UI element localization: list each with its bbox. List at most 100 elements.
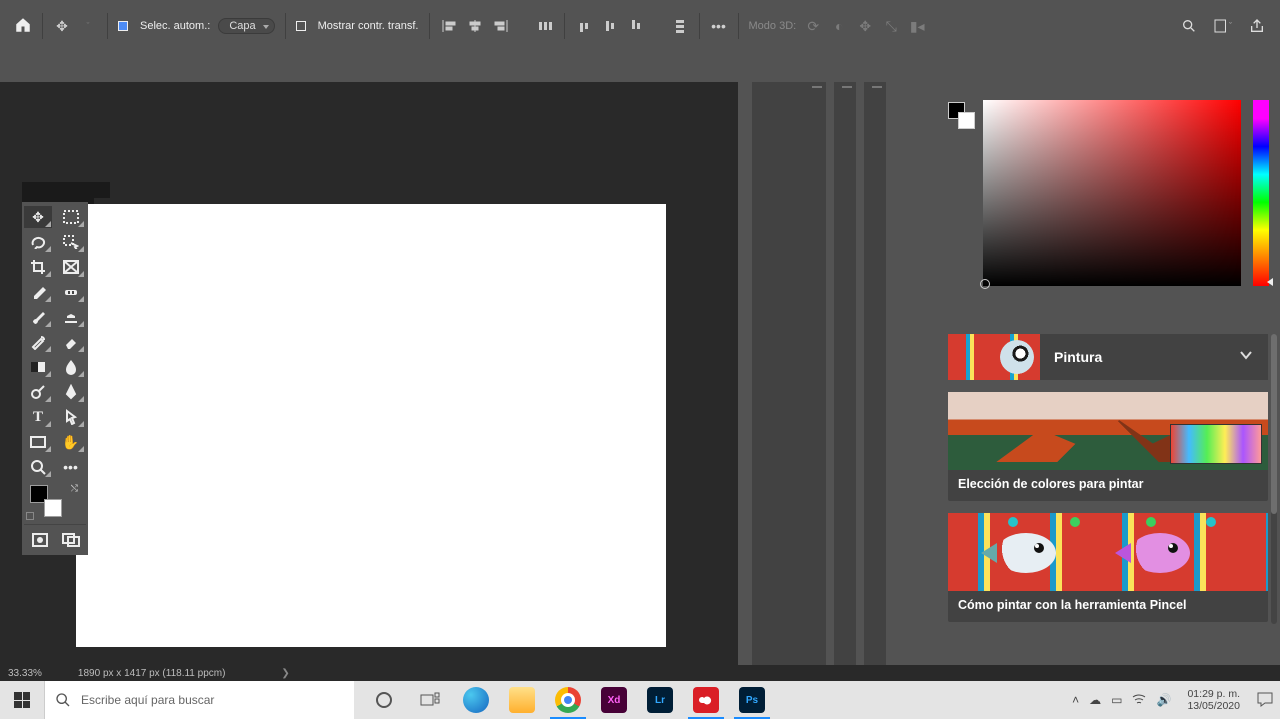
system-tray: ˄ ☁ ▭ 🔊 01:29 p. m. 13/05/2020 — [1072, 688, 1280, 712]
3d-pan-icon: ✥ — [856, 17, 874, 35]
healing-tool[interactable] — [57, 281, 85, 303]
screen-mode-icon[interactable] — [59, 529, 83, 551]
collapsed-panel-group-2[interactable] — [834, 82, 856, 665]
tray-clock[interactable]: 01:29 p. m. 13/05/2020 — [1181, 688, 1246, 712]
auto-select-target-dropdown[interactable]: Capa — [218, 18, 274, 34]
lasso-tool[interactable] — [24, 231, 52, 253]
collapsed-panel-group-1[interactable] — [752, 82, 826, 665]
3d-slide-icon: ⤡ — [882, 17, 900, 35]
more-align-icon[interactable]: ••• — [710, 17, 728, 35]
learn-card[interactable]: Elección de colores para pintar — [948, 392, 1268, 501]
move-tool-dropdown[interactable]: ˇ — [79, 17, 97, 35]
panel-scrollbar[interactable] — [1271, 334, 1277, 624]
options-bar: ✥ ˇ Selec. autom.: Capa Mostrar contr. t… — [0, 0, 1280, 52]
align-right-icon[interactable] — [492, 17, 510, 35]
zoom-tool[interactable] — [24, 456, 52, 478]
type-tool[interactable]: T — [24, 406, 52, 428]
hue-slider[interactable] — [1253, 100, 1269, 286]
taskbar-app-lightroom[interactable]: Lr — [638, 681, 682, 719]
align-top-icon[interactable] — [575, 17, 593, 35]
taskbar-app-chrome[interactable] — [546, 681, 590, 719]
document-status-bar: 33.33% 1890 px x 1417 px (118.11 ppcm) ❯ — [0, 665, 1280, 681]
tray-battery-icon[interactable]: ▭ — [1111, 693, 1122, 707]
search-icon[interactable] — [1180, 17, 1198, 35]
cortana-button[interactable] — [362, 681, 406, 719]
taskbar-app-xd[interactable]: Xd — [592, 681, 636, 719]
move-tool-icon[interactable]: ✥ — [53, 17, 71, 35]
doc-dimensions: 1890 px x 1417 px (118.11 ppcm) — [78, 668, 226, 679]
align-left-icon[interactable] — [440, 17, 458, 35]
task-view-button[interactable] — [408, 681, 452, 719]
taskbar-app-edge[interactable] — [454, 681, 498, 719]
align-hcenter-icon[interactable] — [466, 17, 484, 35]
chevron-down-icon[interactable] — [1224, 347, 1268, 368]
crop-tool[interactable] — [24, 256, 52, 278]
windows-taskbar: Escribe aquí para buscar Xd Lr Ps ˄ ☁ ▭ … — [0, 681, 1280, 719]
show-transform-label: Mostrar contr. transf. — [318, 20, 419, 32]
path-select-tool[interactable] — [57, 406, 85, 428]
default-colors-icon[interactable] — [26, 512, 34, 520]
show-transform-checkbox[interactable] — [296, 21, 306, 31]
tray-wifi-icon[interactable] — [1132, 693, 1146, 708]
3d-roll-icon: ◐ — [830, 17, 848, 35]
taskbar-app-explorer[interactable] — [500, 681, 544, 719]
status-menu-icon[interactable]: ❯ — [281, 668, 289, 679]
learn-card-label: Elección de colores para pintar — [948, 470, 1268, 493]
marquee-tool[interactable] — [57, 206, 85, 228]
learn-header-thumb — [948, 334, 1040, 380]
zoom-level[interactable]: 33.33% — [8, 668, 42, 679]
learn-card[interactable]: Cómo pintar con la herramienta Pincel — [948, 513, 1268, 622]
move-tool[interactable]: ✥ — [24, 206, 52, 228]
hand-tool[interactable]: ✋ — [57, 431, 85, 453]
taskbar-app-creativecloud[interactable] — [684, 681, 728, 719]
learn-panel: Pintura Elección de colores para pintar … — [948, 334, 1268, 622]
pen-tool[interactable] — [57, 381, 85, 403]
3d-orbit-icon: ⟳ — [804, 17, 822, 35]
distribute-v-icon[interactable] — [671, 17, 689, 35]
shape-tool[interactable] — [24, 431, 52, 453]
canvas[interactable] — [76, 204, 666, 647]
3d-camera-icon: ▮◂ — [908, 17, 926, 35]
auto-select-label: Selec. autom.: — [140, 20, 210, 32]
tray-notifications-icon[interactable] — [1256, 691, 1274, 710]
taskbar-search[interactable]: Escribe aquí para buscar — [44, 681, 354, 719]
tray-chevron-icon[interactable]: ˄ — [1072, 693, 1079, 707]
distribute-h-icon[interactable] — [536, 17, 554, 35]
align-bottom-icon[interactable] — [627, 17, 645, 35]
learn-card-label: Cómo pintar con la herramienta Pincel — [948, 591, 1268, 614]
learn-card-thumb — [948, 392, 1268, 470]
frame-tool[interactable] — [57, 256, 85, 278]
search-placeholexternal: Escribe aquí para buscar — [81, 693, 214, 707]
mode3d-label: Modo 3D: — [749, 20, 797, 32]
brush-tool[interactable] — [24, 306, 52, 328]
edit-toolbar[interactable]: ••• — [57, 456, 85, 478]
background-color[interactable] — [44, 499, 62, 517]
document-tab[interactable] — [22, 182, 94, 204]
dodge-tool[interactable] — [24, 381, 52, 403]
share-icon[interactable] — [1248, 17, 1266, 35]
history-brush-tool[interactable] — [24, 331, 52, 353]
tray-onedrive-icon[interactable]: ☁ — [1089, 693, 1101, 707]
learn-header-title: Pintura — [1040, 349, 1224, 365]
quick-select-tool[interactable] — [57, 231, 85, 253]
eraser-tool[interactable] — [57, 331, 85, 353]
taskbar-app-photoshop[interactable]: Ps — [730, 681, 774, 719]
start-button[interactable] — [0, 681, 44, 719]
tools-panel: ✥ T ✋ ••• ⤭ — [22, 202, 88, 555]
blur-tool[interactable] — [57, 356, 85, 378]
clone-stamp-tool[interactable] — [57, 306, 85, 328]
home-button[interactable] — [14, 16, 32, 37]
quick-mask-icon[interactable] — [28, 529, 52, 551]
eyedropper-tool[interactable] — [24, 281, 52, 303]
learn-card-thumb — [948, 513, 1268, 591]
auto-select-checkbox[interactable] — [118, 21, 128, 31]
swap-colors-icon[interactable]: ⤭ — [71, 483, 78, 494]
collapsed-panel-group-3[interactable] — [864, 82, 886, 665]
learn-panel-header[interactable]: Pintura — [948, 334, 1268, 380]
workspace-switcher-icon[interactable]: ˇ — [1214, 17, 1232, 35]
color-picker-field[interactable] — [983, 100, 1241, 286]
gradient-tool[interactable] — [24, 356, 52, 378]
align-vcenter-icon[interactable] — [601, 17, 619, 35]
foreground-background-swatch[interactable]: ⤭ — [24, 481, 86, 521]
tray-volume-icon[interactable]: 🔊 — [1156, 693, 1171, 707]
